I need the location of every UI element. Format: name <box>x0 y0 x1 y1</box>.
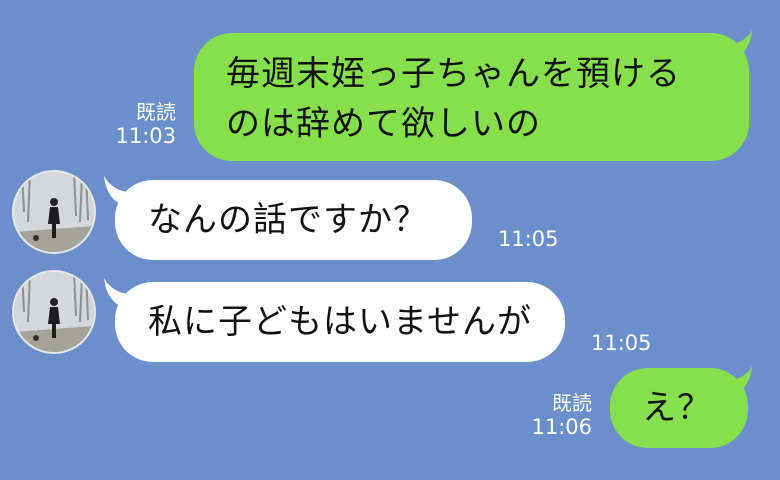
bubble-tail <box>104 278 128 306</box>
message-time: 11:05 <box>591 331 652 355</box>
outgoing-message-bubble[interactable]: え？ <box>610 368 748 448</box>
message-time: 11:05 <box>498 227 559 251</box>
incoming-message-bubble[interactable]: なんの話ですか？ <box>115 180 472 260</box>
bubble-tail <box>104 176 128 204</box>
read-label: 既読 <box>552 391 592 415</box>
contact-avatar[interactable] <box>12 170 96 254</box>
message-text: 私に子どもはいませんが <box>148 302 532 342</box>
read-receipt: 既読 11:06 <box>526 391 592 439</box>
walking-person-icon <box>14 272 94 352</box>
message-text: なんの話ですか？ <box>148 200 428 240</box>
message-line: のは辞めて欲しいの <box>226 104 541 144</box>
walking-person-icon <box>14 172 94 252</box>
read-receipt: 既読 11:03 <box>110 100 176 148</box>
read-label: 既読 <box>136 100 176 124</box>
message-time: 11:03 <box>115 124 176 148</box>
incoming-message-bubble[interactable]: 私に子どもはいませんが <box>115 282 565 362</box>
bubble-tail <box>730 366 752 392</box>
bubble-tail <box>730 30 752 56</box>
contact-avatar[interactable] <box>12 270 96 354</box>
outgoing-message-bubble[interactable]: 毎週末姪っ子ちゃんを預ける のは辞めて欲しいの <box>194 33 749 161</box>
message-line: 毎週末姪っ子ちゃんを預ける <box>226 54 681 94</box>
message-time: 11:06 <box>531 415 592 439</box>
